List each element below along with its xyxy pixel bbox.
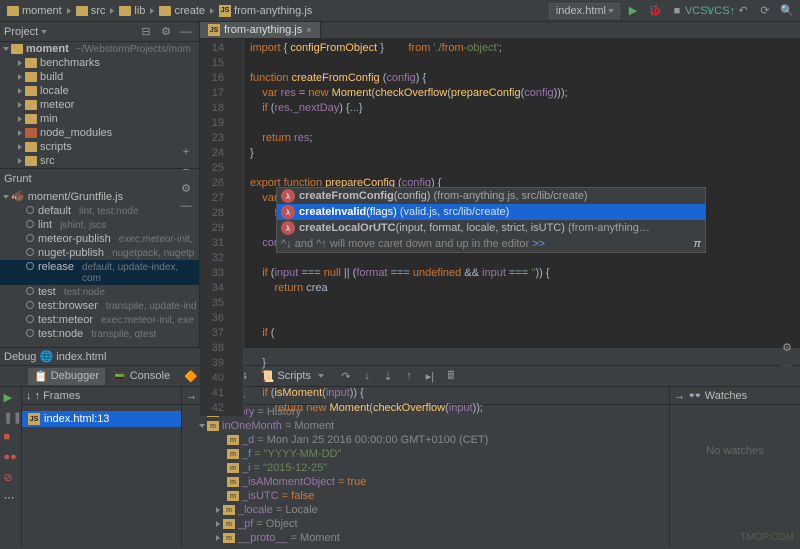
editor-tabs: JSfrom-anything.js× xyxy=(200,22,800,39)
variable-row[interactable]: m_d = Mon Jan 25 2016 00:00:00 GMT+0100 … xyxy=(182,433,669,447)
frames-header: ↓ ↑ Frames xyxy=(22,387,181,405)
grunt-task[interactable]: test:browsertranspile, update-ind xyxy=(0,299,199,313)
code-editor[interactable]: 14 15 16 17 18 19 23 24 25 26 27 28 29 3… xyxy=(200,39,800,416)
pause-icon[interactable]: ❚❚ xyxy=(4,411,18,425)
grunt-header: Grunt + − ⚙ — xyxy=(0,169,199,189)
grunt-task[interactable]: lintjshint, jscs xyxy=(0,218,199,232)
stop-icon[interactable]: ■ xyxy=(4,431,18,445)
project-tree[interactable]: moment~/WebstormProjects/mom benchmarksb… xyxy=(0,42,199,168)
crumb-1[interactable]: src xyxy=(73,4,109,18)
editor-tab[interactable]: JSfrom-anything.js× xyxy=(200,22,321,38)
variable-row[interactable]: m_f = "YYYY-MM-DD" xyxy=(182,447,669,461)
project-label: Project xyxy=(4,26,38,38)
minus-icon[interactable]: − xyxy=(177,161,195,179)
variable-row[interactable]: m_isUTC = false xyxy=(182,489,669,503)
add-icon[interactable]: + xyxy=(177,143,195,161)
gruntfile-node[interactable]: 🐗 moment/Gruntfile.js xyxy=(0,189,199,204)
sync-icon[interactable]: ⟳ xyxy=(756,2,774,20)
grunt-task[interactable]: test:meteorexec:meteor-init, exe xyxy=(0,313,199,327)
hide-icon[interactable]: — xyxy=(177,23,195,41)
revert-icon[interactable]: ↶ xyxy=(734,2,752,20)
tree-folder[interactable]: locale xyxy=(0,84,199,98)
variable-row[interactable]: minOneMonth = Moment xyxy=(182,419,669,433)
watermark: TMOP.COM xyxy=(740,532,794,543)
crumb-2[interactable]: lib xyxy=(116,4,148,18)
tree-folder[interactable]: node_modules xyxy=(0,126,199,140)
project-pane-header: Project ⊟ ⚙ — xyxy=(0,22,199,42)
search-icon[interactable]: 🔍 xyxy=(778,2,796,20)
gear-icon[interactable]: ⚙ xyxy=(157,23,175,41)
debug-side-controls: ▶ ❚❚ ■ ●● ⊘ ⋯ xyxy=(0,387,22,545)
grunt-task[interactable]: testtest:node xyxy=(0,285,199,299)
stop-icon[interactable]: ■ xyxy=(668,2,686,20)
variable-row[interactable]: m_pf = Object xyxy=(182,517,669,531)
tree-folder[interactable]: scripts xyxy=(0,140,199,154)
gear-icon[interactable]: ⚙ xyxy=(177,179,195,197)
completion-item[interactable]: λcreateFromConfig(config) (from-anything… xyxy=(277,188,705,204)
hint-link[interactable]: >> xyxy=(532,238,545,250)
variable-row[interactable]: m_isAMomentObject = true xyxy=(182,475,669,489)
tree-folder[interactable]: src xyxy=(0,154,199,168)
crumb-file[interactable]: JSfrom-anything.js xyxy=(216,4,315,18)
completion-item[interactable]: λcreateLocalOrUTC(input, format, locale,… xyxy=(277,220,705,236)
breadcrumb: moment src lib create JSfrom-anything.js xyxy=(4,4,315,18)
crumb-0[interactable]: moment xyxy=(4,4,65,18)
grunt-task[interactable]: defaultlint, test:node xyxy=(0,204,199,218)
tab-console[interactable]: 📟 Console xyxy=(107,368,176,385)
vcs-update-icon[interactable]: VCS↓ xyxy=(690,2,708,20)
grunt-task[interactable]: releasedefault, update-index, com xyxy=(0,260,199,285)
completion-popup[interactable]: λcreateFromConfig(config) (from-anything… xyxy=(276,187,706,253)
run-icon[interactable]: ▶ xyxy=(624,2,642,20)
collapse-icon[interactable]: ⊟ xyxy=(137,23,155,41)
tree-root[interactable]: moment~/WebstormProjects/mom xyxy=(0,42,199,56)
tree-folder[interactable]: min xyxy=(0,112,199,126)
view-breakpoints-icon[interactable]: ●● xyxy=(4,451,18,465)
grunt-task[interactable]: nuget-publishnugetpack, nugetp xyxy=(0,246,199,260)
close-icon[interactable]: × xyxy=(306,25,311,35)
top-toolbar: moment src lib create JSfrom-anything.js… xyxy=(0,0,800,22)
grunt-task[interactable]: test:nodetranspile, qtest xyxy=(0,327,199,341)
completion-hint: ^↓ and ^↑ will move caret down and up in… xyxy=(277,236,705,252)
fold-gutter[interactable] xyxy=(230,39,244,416)
variable-row[interactable]: m__proto__ = Moment xyxy=(182,531,669,545)
variable-row[interactable]: m_i = "2015-12-25" xyxy=(182,461,669,475)
debug-icon[interactable]: 🐞 xyxy=(646,2,664,20)
tab-debugger[interactable]: 📋 Debugger xyxy=(28,368,105,385)
tree-folder[interactable]: meteor xyxy=(0,98,199,112)
resume-icon[interactable]: ▶ xyxy=(4,391,18,405)
mute-breakpoints-icon[interactable]: ⊘ xyxy=(4,471,18,485)
frame-row[interactable]: JSindex.html:13 xyxy=(22,411,181,427)
crumb-3[interactable]: create xyxy=(156,4,208,18)
tree-folder[interactable]: benchmarks xyxy=(0,56,199,70)
completion-item[interactable]: λcreateInvalid(flags) (valid.js, src/lib… xyxy=(277,204,705,220)
hide-icon[interactable]: — xyxy=(177,197,195,215)
tree-folder[interactable]: build xyxy=(0,70,199,84)
vcs-commit-icon[interactable]: VCS↑ xyxy=(712,2,730,20)
settings-icon[interactable]: ⋯ xyxy=(4,491,18,505)
grunt-task[interactable]: meteor-publishexec:meteor-init, xyxy=(0,232,199,246)
line-gutter: 14 15 16 17 18 19 23 24 25 26 27 28 29 3… xyxy=(200,39,230,416)
variable-row[interactable]: m_locale = Locale xyxy=(182,503,669,517)
run-config-selector[interactable]: index.html xyxy=(549,3,620,19)
